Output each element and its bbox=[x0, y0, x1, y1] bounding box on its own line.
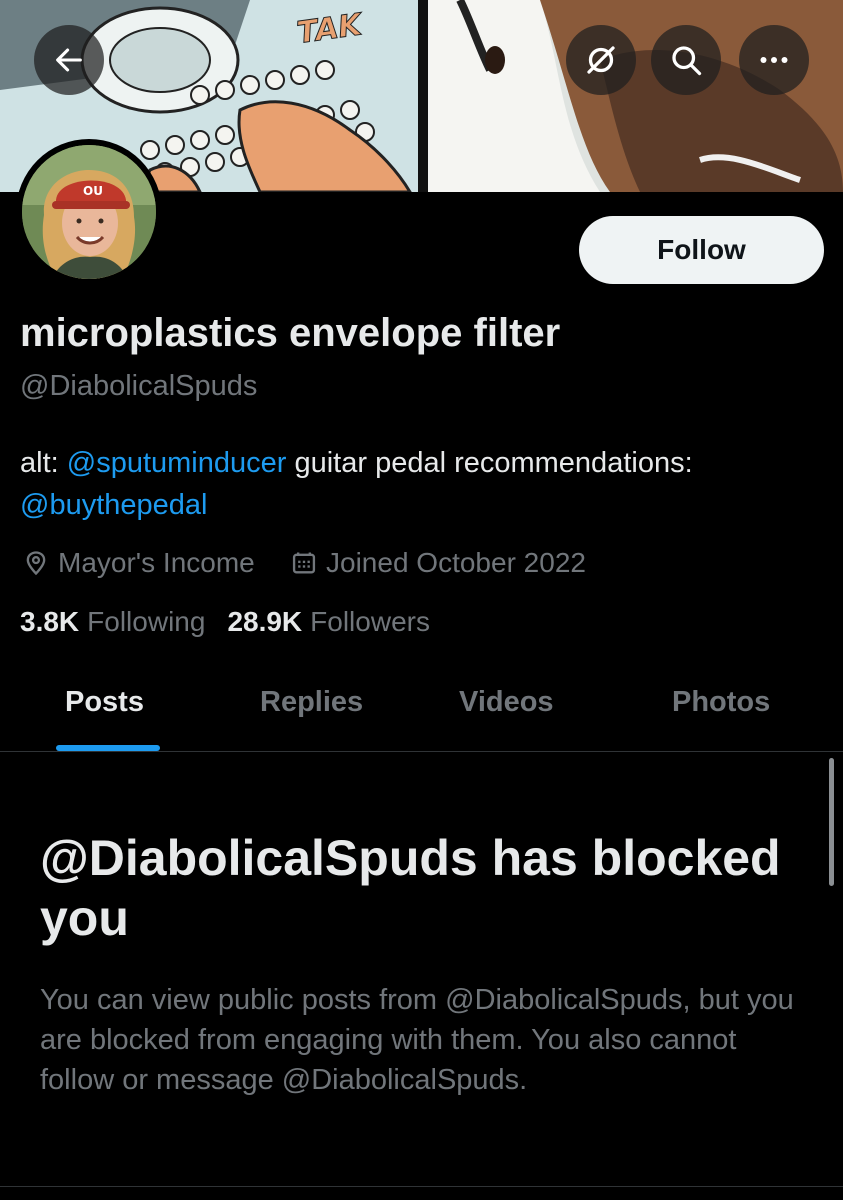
follow-button[interactable]: Follow bbox=[579, 216, 824, 284]
profile-handle: @DiabolicalSpuds bbox=[20, 370, 258, 402]
tab-replies[interactable]: Replies bbox=[260, 686, 363, 719]
search-button[interactable] bbox=[651, 25, 721, 95]
tab-posts[interactable]: Posts bbox=[65, 686, 144, 719]
search-icon bbox=[672, 46, 702, 76]
grok-button[interactable] bbox=[566, 25, 636, 95]
more-horizontal-icon bbox=[760, 57, 788, 63]
divider bbox=[0, 1186, 843, 1187]
profile-page: TAK OU Follow microplastics envelope fil… bbox=[0, 0, 843, 1200]
profile-tabs: Posts Replies Videos Photos bbox=[0, 670, 843, 752]
following-label: Following bbox=[87, 606, 206, 637]
following-count: 3.8K bbox=[20, 606, 80, 637]
avatar[interactable]: OU bbox=[16, 139, 162, 285]
bio-mention-sputuminducer[interactable]: @sputuminducer bbox=[67, 447, 287, 479]
bio-text: guitar pedal recommendations: bbox=[286, 447, 693, 479]
display-name: microplastics envelope filter bbox=[20, 311, 561, 355]
followers-count: 28.9K bbox=[227, 606, 303, 637]
avatar-image: OU bbox=[22, 145, 156, 279]
location-text: Mayor's Income bbox=[58, 547, 255, 578]
profile-bio: alt: @sputuminducer guitar pedal recomme… bbox=[20, 442, 820, 526]
followers-label: Followers bbox=[310, 606, 430, 637]
joined-text: Joined October 2022 bbox=[326, 547, 586, 578]
tab-videos[interactable]: Videos bbox=[459, 686, 554, 719]
following-link[interactable]: 3.8K Following bbox=[20, 606, 205, 638]
blocked-description: You can view public posts from @Diabolic… bbox=[40, 984, 794, 1096]
more-button[interactable] bbox=[739, 25, 809, 95]
calendar-icon bbox=[292, 552, 316, 574]
scrollbar[interactable] bbox=[829, 758, 834, 886]
profile-stats: 3.8K Following 28.9K Followers bbox=[20, 606, 452, 638]
active-tab-indicator bbox=[56, 745, 160, 751]
tab-photos[interactable]: Photos bbox=[672, 686, 770, 719]
blocked-title: @DiabolicalSpuds has blocked you bbox=[40, 830, 781, 946]
svg-text:OU: OU bbox=[83, 184, 103, 198]
followers-link[interactable]: 28.9K Followers bbox=[227, 606, 430, 638]
profile-location: Mayor's Income bbox=[22, 545, 255, 581]
arrow-left-icon bbox=[56, 48, 82, 72]
bio-text: alt: bbox=[20, 447, 67, 479]
back-button[interactable] bbox=[34, 25, 104, 95]
bio-mention-buythepedal[interactable]: @buythepedal bbox=[20, 489, 207, 521]
slash-circle-icon bbox=[587, 46, 615, 74]
location-pin-icon bbox=[26, 551, 46, 576]
profile-joined: Joined October 2022 bbox=[290, 545, 586, 581]
